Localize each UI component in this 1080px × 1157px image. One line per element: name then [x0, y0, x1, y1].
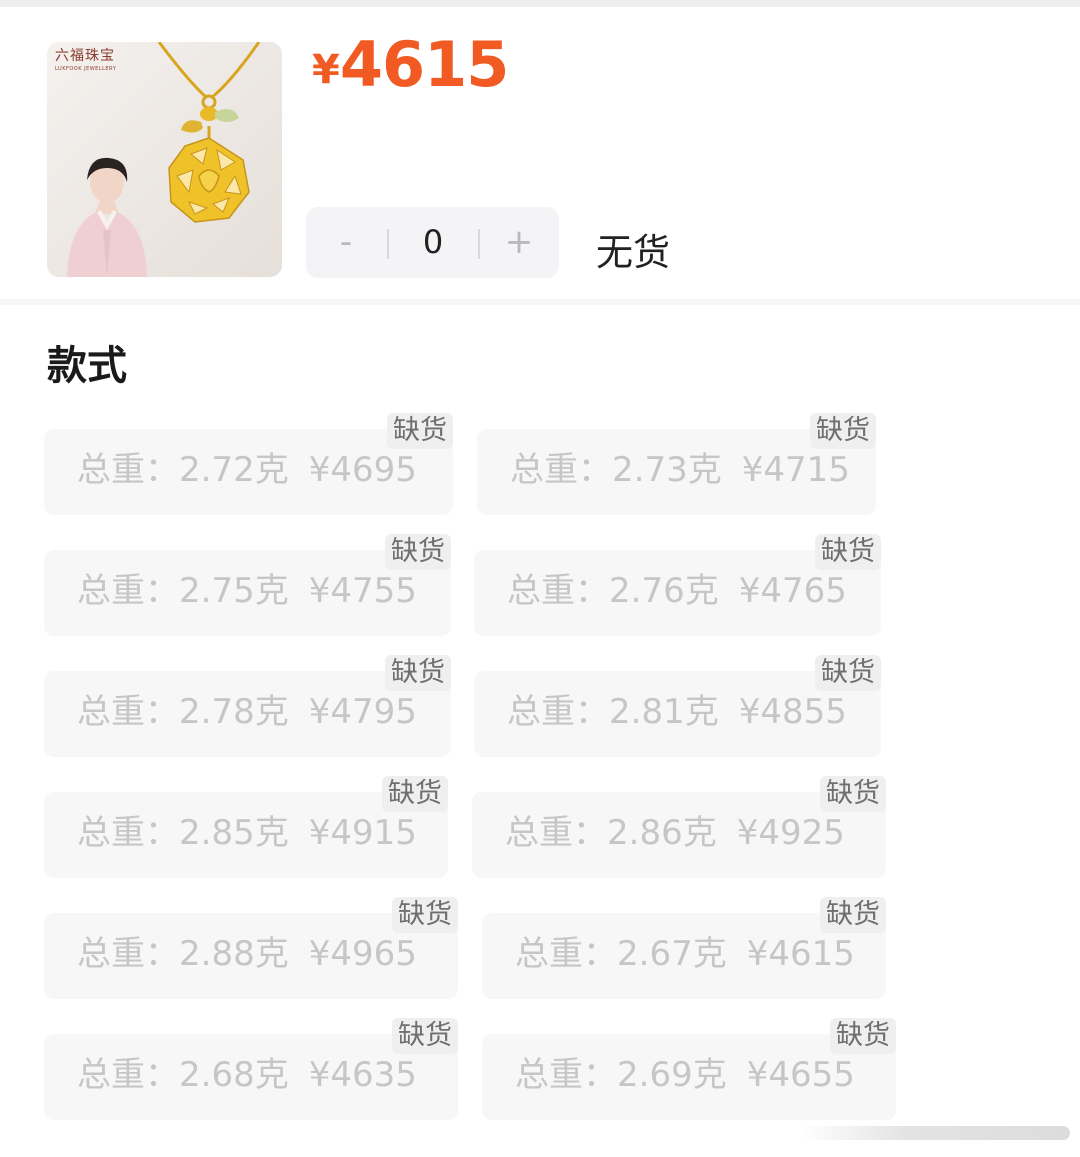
brand-logo-subtitle: LUKFOOK JEWELLERY — [55, 66, 117, 72]
variant-weight: 2.81克 — [609, 692, 719, 732]
out-of-stock-badge: 缺货 — [385, 655, 451, 691]
out-of-stock-badge: 缺货 — [382, 776, 448, 812]
variant-weight-label: 总重： — [507, 692, 609, 732]
variant-label: 总重：2.69克 ¥4655 — [515, 1034, 855, 1120]
product-price: ¥4615 — [312, 28, 510, 101]
variant-label: 总重：2.88克 ¥4965 — [77, 913, 417, 999]
variant-price: ¥4915 — [308, 813, 417, 853]
variant-label: 总重：2.67克 ¥4615 — [515, 913, 855, 999]
variant-weight-label: 总重： — [515, 934, 617, 974]
variant-label: 总重：2.85克 ¥4915 — [77, 792, 417, 878]
variant-price: ¥4855 — [738, 692, 847, 732]
variant-option[interactable]: 总重：2.75克 ¥4755 缺货 — [44, 534, 451, 636]
variant-price: ¥4755 — [308, 571, 417, 611]
variant-weight-label: 总重： — [507, 571, 609, 611]
variant-price: ¥4615 — [746, 934, 855, 974]
out-of-stock-badge: 缺货 — [385, 534, 451, 570]
section-title-style: 款式 — [47, 343, 127, 389]
variant-weight-label: 总重： — [77, 571, 179, 611]
variant-weight: 2.67克 — [617, 934, 727, 974]
variant-weight: 2.73克 — [612, 450, 722, 490]
increase-quantity-button[interactable]: + — [479, 207, 559, 278]
variant-weight: 2.69克 — [617, 1055, 727, 1095]
out-of-stock-badge: 缺货 — [820, 897, 886, 933]
variant-label: 总重：2.72克 ¥4695 — [77, 429, 417, 515]
variant-label: 总重：2.76克 ¥4765 — [507, 550, 847, 636]
variant-label: 总重：2.81克 ¥4855 — [507, 671, 847, 757]
variant-option[interactable]: 总重：2.78克 ¥4795 缺货 — [44, 655, 451, 757]
variant-weight: 2.85克 — [179, 813, 289, 853]
home-indicator — [800, 1126, 1070, 1140]
variant-price: ¥4795 — [308, 692, 417, 732]
price-value: 4615 — [339, 28, 510, 101]
decrease-quantity-button[interactable]: - — [306, 207, 386, 278]
variant-price: ¥4965 — [308, 934, 417, 974]
out-of-stock-badge: 缺货 — [815, 655, 881, 691]
variant-price: ¥4695 — [308, 450, 417, 490]
variant-weight-label: 总重： — [77, 934, 179, 974]
variant-option[interactable]: 总重：2.88克 ¥4965 缺货 — [44, 897, 458, 999]
out-of-stock-badge: 缺货 — [810, 413, 876, 449]
variant-label: 总重：2.75克 ¥4755 — [77, 550, 417, 636]
quantity-value[interactable]: 0 — [390, 207, 476, 278]
variant-option[interactable]: 总重：2.67克 ¥4615 缺货 — [482, 897, 886, 999]
variant-option[interactable]: 总重：2.69克 ¥4655 缺货 — [482, 1018, 896, 1120]
variant-label: 总重：2.86克 ¥4925 — [505, 792, 845, 878]
section-divider — [0, 299, 1080, 305]
variant-weight: 2.72克 — [179, 450, 289, 490]
out-of-stock-badge: 缺货 — [392, 1018, 458, 1054]
quantity-stepper: - 0 + — [306, 207, 559, 278]
variant-weight: 2.78克 — [179, 692, 289, 732]
variant-price: ¥4635 — [308, 1055, 417, 1095]
stepper-divider — [387, 229, 389, 259]
variant-label: 总重：2.78克 ¥4795 — [77, 671, 417, 757]
variant-option[interactable]: 总重：2.68克 ¥4635 缺货 — [44, 1018, 458, 1120]
out-of-stock-badge: 缺货 — [820, 776, 886, 812]
variant-label: 总重：2.73克 ¥4715 — [510, 429, 850, 515]
variant-weight: 2.76克 — [609, 571, 719, 611]
variant-price: ¥4655 — [746, 1055, 855, 1095]
variant-weight: 2.68克 — [179, 1055, 289, 1095]
variant-label: 总重：2.68克 ¥4635 — [77, 1034, 417, 1120]
currency-symbol: ¥ — [312, 47, 340, 93]
variant-weight-label: 总重： — [77, 692, 179, 732]
variant-weight-label: 总重： — [77, 813, 179, 853]
variant-price: ¥4765 — [738, 571, 847, 611]
out-of-stock-badge: 缺货 — [392, 897, 458, 933]
brand-logo: 六福珠宝 — [55, 48, 115, 64]
variant-weight-label: 总重： — [77, 1055, 179, 1095]
out-of-stock-badge: 缺货 — [815, 534, 881, 570]
variant-option[interactable]: 总重：2.73克 ¥4715 缺货 — [477, 413, 876, 515]
variant-price: ¥4715 — [741, 450, 850, 490]
variant-option[interactable]: 总重：2.72克 ¥4695 缺货 — [44, 413, 453, 515]
variant-weight: 2.88克 — [179, 934, 289, 974]
pendant-photo — [157, 42, 261, 223]
product-image[interactable]: 六福珠宝 LUKFOOK JEWELLERY — [47, 42, 282, 277]
stock-status: 无货 — [596, 231, 670, 274]
variant-weight-label: 总重： — [515, 1055, 617, 1095]
out-of-stock-badge: 缺货 — [387, 413, 453, 449]
variant-option[interactable]: 总重：2.81克 ¥4855 缺货 — [474, 655, 881, 757]
top-strip — [0, 0, 1080, 7]
variant-option[interactable]: 总重：2.76克 ¥4765 缺货 — [474, 534, 881, 636]
variant-weight-label: 总重： — [505, 813, 607, 853]
out-of-stock-badge: 缺货 — [830, 1018, 896, 1054]
variant-option[interactable]: 总重：2.85克 ¥4915 缺货 — [44, 776, 448, 878]
variant-weight: 2.75克 — [179, 571, 289, 611]
variant-option[interactable]: 总重：2.86克 ¥4925 缺货 — [472, 776, 886, 878]
variant-weight-label: 总重： — [510, 450, 612, 490]
variant-weight: 2.86克 — [607, 813, 717, 853]
variant-price: ¥4925 — [736, 813, 845, 853]
variant-weight-label: 总重： — [77, 450, 179, 490]
